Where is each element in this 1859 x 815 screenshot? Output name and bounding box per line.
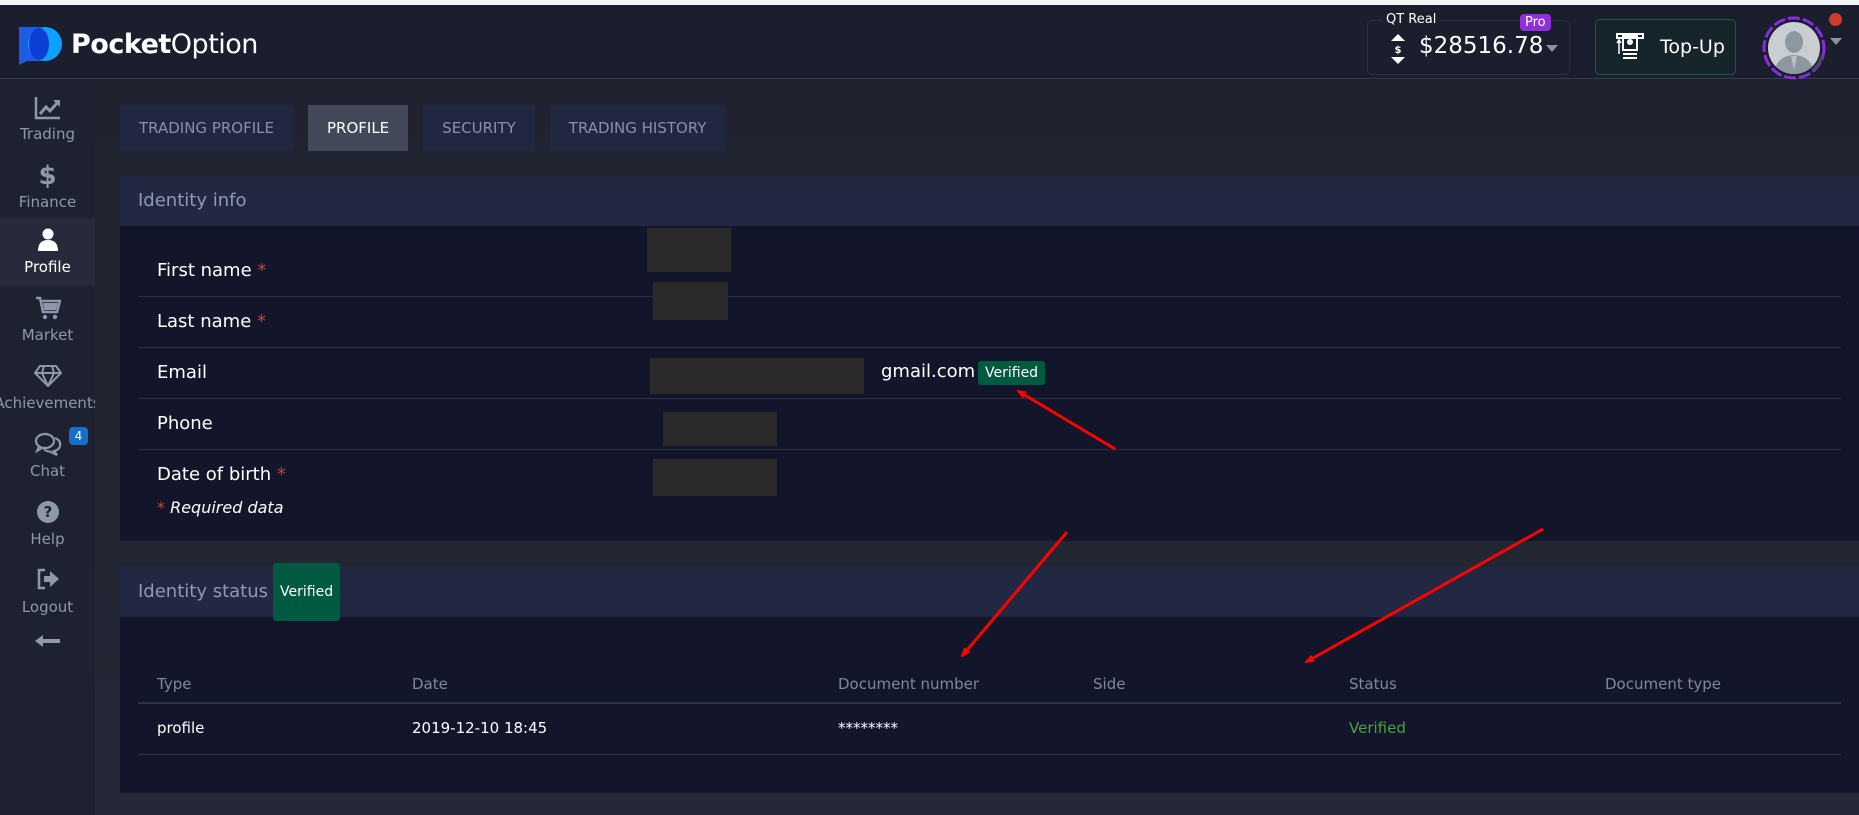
cell-type: profile	[157, 719, 205, 737]
redacted-date-of-birth	[653, 459, 777, 496]
column-header-date: Date	[412, 675, 448, 693]
required-star: *	[257, 311, 266, 332]
redacted-last-name	[653, 282, 728, 320]
field-label: Last name	[157, 311, 252, 332]
atm-cash-icon	[1616, 33, 1644, 59]
identity-status-title: Identity status	[138, 581, 269, 602]
redacted-first-name	[647, 228, 731, 272]
field-email: Email gmail.com Verified	[138, 348, 1841, 399]
sidebar: Trading $ Finance Profile Market Achieve…	[0, 80, 101, 815]
sidebar-item-label: Help	[30, 530, 65, 548]
tab-security[interactable]: SECURITY	[423, 105, 535, 151]
chart-line-icon	[34, 97, 60, 120]
documents-table-header: Type Date Document number Side Status Do…	[138, 654, 1841, 704]
user-silhouette-icon	[1774, 31, 1814, 74]
logo[interactable]: PocketOption	[17, 23, 258, 65]
sidebar-item-label: Logout	[21, 598, 74, 616]
sidebar-item-chat[interactable]: 4 Chat	[0, 422, 95, 490]
identity-status-header: Identity status Verified	[120, 563, 1859, 621]
column-header-document-number: Document number	[838, 675, 980, 693]
cell-status: Verified	[1349, 719, 1406, 737]
switch-account-icon[interactable]: $	[1390, 34, 1406, 64]
notification-dot[interactable]	[1829, 13, 1842, 26]
sidebar-item-label: Chat	[29, 462, 66, 480]
sidebar-item-achievements[interactable]: Achievements	[0, 354, 101, 422]
field-date-of-birth: Date of birth *	[138, 450, 1841, 501]
chevron-down-icon[interactable]	[1546, 45, 1558, 52]
chevron-down-icon[interactable]	[1830, 38, 1842, 45]
brand-name: PocketOption	[71, 28, 258, 60]
pro-badge: Pro	[1520, 14, 1551, 31]
user-icon	[37, 228, 58, 251]
field-label: First name	[157, 260, 252, 281]
cell-date: 2019-12-10 18:45	[412, 719, 548, 737]
sidebar-item-label: Finance	[18, 193, 77, 211]
cell-document-number: ********	[838, 719, 898, 737]
account-type-label: QT Real	[1382, 12, 1441, 27]
sidebar-item-label: Trading	[19, 125, 76, 143]
field-label: Email	[157, 362, 207, 383]
balance-value: $28516.78	[1419, 33, 1544, 59]
cart-icon	[35, 296, 61, 320]
required-data-note: * Required data	[157, 498, 284, 517]
field-label: Phone	[157, 413, 213, 434]
table-row: profile 2019-12-10 18:45 ******** Verifi…	[138, 704, 1841, 755]
redacted-email	[650, 358, 864, 394]
column-header-status: Status	[1349, 675, 1397, 693]
field-last-name: Last name *	[138, 282, 1841, 348]
email-domain: gmail.com	[881, 361, 976, 382]
sidebar-item-market[interactable]: Market	[0, 286, 95, 354]
top-header: PocketOption QT Real Pro $ $28516.78 Top…	[0, 5, 1859, 80]
dollar-icon: $	[38, 161, 57, 191]
top-up-label: Top-Up	[1660, 36, 1725, 58]
help-icon: ?	[36, 501, 59, 523]
redacted-phone	[663, 412, 777, 446]
tab-trading-profile[interactable]: TRADING PROFILE	[120, 105, 293, 151]
arrow-left-icon	[34, 635, 60, 647]
svg-text:$: $	[1395, 45, 1402, 56]
sidebar-item-profile[interactable]: Profile	[0, 218, 95, 286]
svg-text:?: ?	[43, 503, 52, 521]
sidebar-item-label: Profile	[24, 258, 71, 276]
sidebar-item-label: Market	[21, 326, 74, 344]
tab-trading-history[interactable]: TRADING HISTORY	[549, 105, 726, 151]
field-phone: Phone	[138, 399, 1841, 450]
field-first-name: First name *	[138, 228, 1841, 297]
required-star: *	[257, 260, 267, 281]
sidebar-item-label: Achievements	[0, 394, 101, 412]
identity-info-title: Identity info	[120, 176, 1859, 226]
account-balance-selector[interactable]: QT Real Pro $ $28516.78	[1367, 12, 1570, 75]
column-header-document-type: Document type	[1605, 675, 1721, 693]
profile-tabs: TRADING PROFILE PROFILE SECURITY TRADING…	[120, 105, 740, 151]
required-star: *	[276, 464, 286, 485]
sidebar-item-logout[interactable]: Logout	[0, 558, 95, 626]
column-header-type: Type	[157, 675, 192, 693]
email-verified-badge: Verified	[978, 361, 1046, 385]
top-up-button[interactable]: Top-Up	[1595, 19, 1736, 75]
avatar-image	[1768, 22, 1820, 74]
logout-icon	[37, 568, 59, 590]
sidebar-collapse-button[interactable]	[0, 626, 95, 666]
field-label: Date of birth	[157, 464, 272, 485]
identity-info-card: Identity info First name * Last name * E…	[120, 176, 1859, 541]
pocketoption-logo-icon	[19, 27, 62, 65]
column-header-side: Side	[1093, 675, 1126, 693]
sidebar-item-finance[interactable]: $ Finance	[0, 153, 95, 221]
chat-icon	[34, 432, 61, 456]
tab-profile[interactable]: PROFILE	[308, 105, 409, 151]
identity-status-card: Identity status Verified Type Date Docum…	[120, 563, 1859, 793]
user-avatar[interactable]	[1762, 16, 1826, 80]
sidebar-item-trading[interactable]: Trading	[0, 85, 95, 153]
diamond-icon	[33, 365, 62, 387]
sidebar-item-help[interactable]: ? Help	[0, 490, 95, 558]
identity-verified-badge: Verified	[273, 563, 341, 621]
